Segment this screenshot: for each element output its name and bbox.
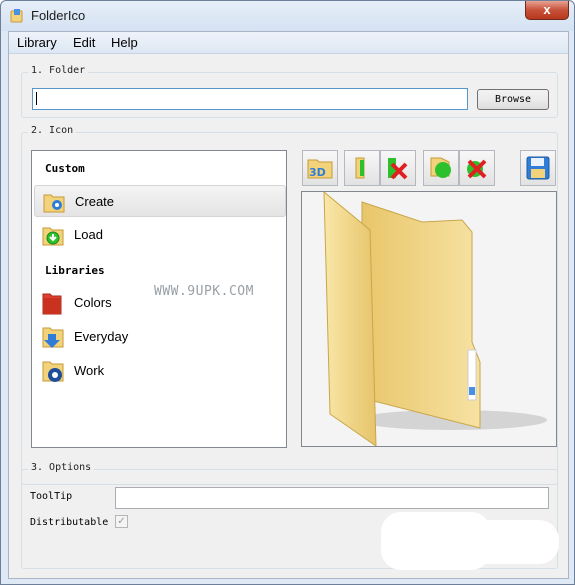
watermark: WWW.9UPK.COM [154, 284, 254, 299]
custom-header: Custom [45, 162, 85, 175]
folder-round-icon [430, 157, 451, 178]
list-item-load[interactable]: Load [34, 219, 286, 251]
tooltip-input[interactable] [115, 487, 549, 509]
list-item-label: Work [74, 363, 105, 378]
icon-source-list: Custom Create Load Libraries Colors Ever… [31, 150, 287, 448]
menu-edit[interactable]: Edit [73, 35, 95, 50]
tooltip-label: ToolTip [30, 491, 73, 502]
remove-side-icon [388, 158, 408, 180]
folder-path-input[interactable] [32, 88, 468, 110]
text-caret [36, 92, 37, 105]
icon-group-title: 2. Icon [28, 125, 77, 136]
close-icon: x [543, 2, 551, 17]
libraries-header: Libraries [45, 264, 105, 277]
remove-round-icon [467, 159, 487, 179]
3d-icon-text: 3D [309, 166, 326, 179]
list-item-everyday[interactable]: Everyday [34, 321, 286, 353]
large-folder-icon [323, 190, 547, 447]
window-title: FolderIco [31, 8, 86, 23]
settings-folder-icon [42, 361, 64, 382]
check-icon: ✓ [117, 516, 126, 527]
folder-side-button[interactable] [344, 150, 380, 186]
3d-button[interactable]: 3D [302, 150, 338, 186]
list-item-label: Everyday [74, 329, 129, 344]
distributable-label: Distributable [30, 517, 109, 528]
download-folder-icon [42, 227, 64, 246]
icon-group: 2. Icon Custom Create Load Libraries Col… [21, 125, 558, 485]
red-folder-icon [42, 293, 62, 315]
list-item-label: Load [74, 227, 103, 242]
list-item-work[interactable]: Work [34, 355, 286, 387]
menu-bar: Library Edit Help [9, 32, 568, 54]
list-item-create[interactable]: Create [34, 185, 286, 217]
distributable-checkbox[interactable]: ✓ [115, 515, 128, 528]
folder-group-title: 1. Folder [28, 65, 89, 76]
folder-group: 1. Folder Browse [21, 65, 558, 118]
3d-icon: 3D [307, 159, 333, 179]
browse-button[interactable]: Browse [477, 89, 549, 110]
gear-folder-icon [43, 194, 65, 213]
list-item-label: Create [75, 194, 115, 209]
client-area: Library Edit Help 1. Folder Browse 2. Ic… [8, 31, 569, 579]
app-icon [10, 9, 23, 23]
icon-preview [301, 190, 557, 447]
remove-side-button[interactable] [380, 150, 416, 186]
folder-side-icon [355, 157, 365, 179]
close-button[interactable]: x [525, 1, 569, 20]
menu-library[interactable]: Library [17, 35, 57, 50]
title-bar[interactable]: FolderIco x [1, 1, 574, 31]
folder-round-button[interactable] [423, 150, 459, 186]
redaction-mark [449, 520, 559, 564]
options-group-title: 3. Options [28, 462, 95, 473]
floppy-disk-icon [526, 156, 550, 180]
menu-help[interactable]: Help [111, 35, 138, 50]
app-window: FolderIco x Library Edit Help 1. Folder … [0, 0, 575, 585]
list-item-label: Colors [74, 295, 112, 310]
save-button[interactable] [520, 150, 556, 186]
arrow-folder-icon [42, 327, 64, 348]
remove-round-button[interactable] [459, 150, 495, 186]
